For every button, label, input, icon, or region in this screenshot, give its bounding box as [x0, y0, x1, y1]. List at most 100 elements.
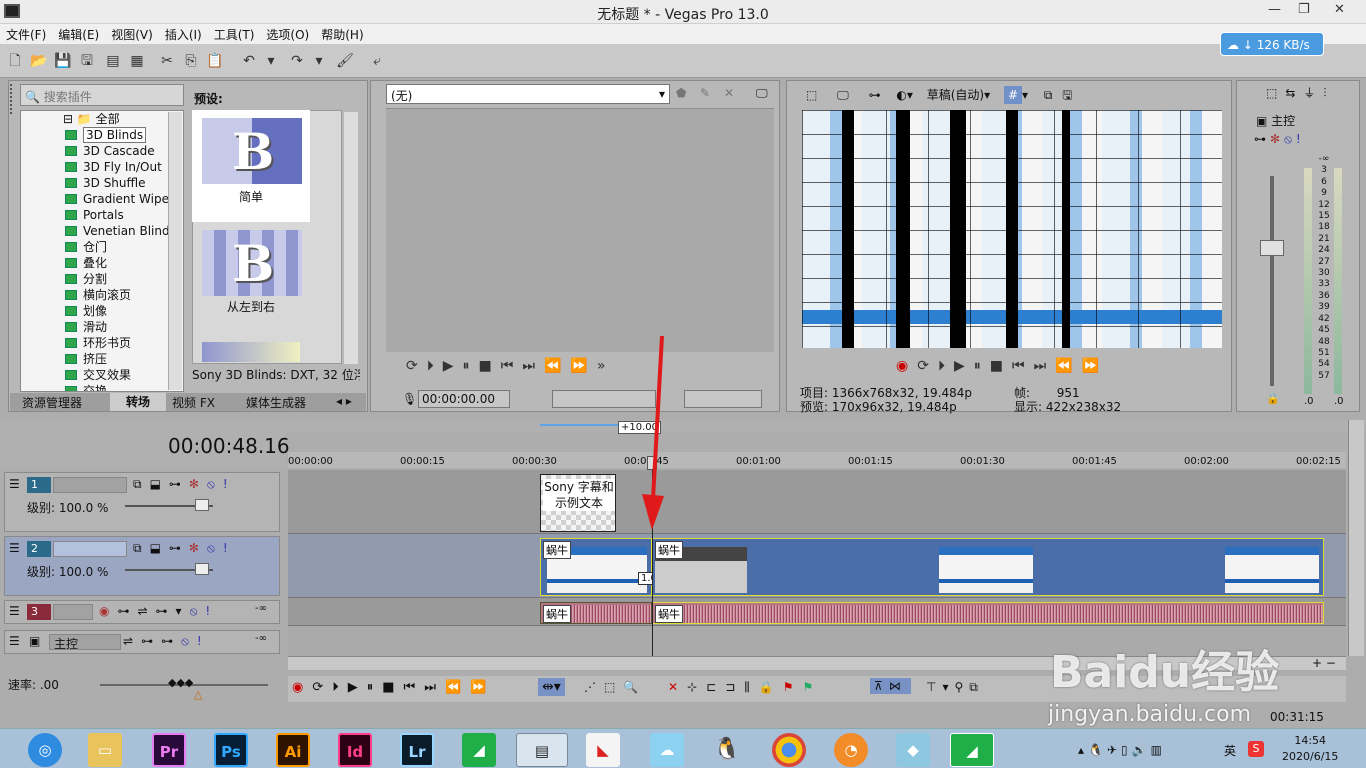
tree-item[interactable]: 横向滚页	[21, 287, 183, 303]
menu-insert[interactable]: 插入(I)	[159, 24, 208, 43]
grid-dropdown-icon[interactable]: ▾	[1022, 88, 1028, 102]
undo-icon[interactable]: ↶	[240, 52, 258, 70]
maximize-icon[interactable]: ❐	[1298, 2, 1310, 17]
stop-icon[interactable]: ■	[479, 358, 501, 374]
more-icon[interactable]: »	[597, 358, 615, 374]
sogou-icon[interactable]: S	[1248, 741, 1264, 757]
save-as-icon[interactable]: 🖫	[78, 52, 96, 70]
tree-item[interactable]: Venetian Blinds	[21, 223, 183, 239]
premiere-icon[interactable]: Pr	[152, 733, 186, 767]
fx-chain-icon[interactable]: ⊶	[161, 634, 181, 648]
master-icon[interactable]: ▣	[1256, 114, 1267, 128]
record-icon[interactable]: ◉	[292, 680, 312, 695]
cut-icon[interactable]: ✂	[158, 52, 176, 70]
illustrator-icon[interactable]: Ai	[276, 733, 310, 767]
master-fader[interactable]	[1260, 240, 1284, 256]
tree-item[interactable]: 3D Blinds	[21, 127, 183, 143]
ignore-grouping-icon[interactable]: ⧉	[969, 680, 984, 694]
tree-item[interactable]: 交换	[21, 383, 183, 391]
compositing-icon[interactable]: ⧉	[133, 477, 150, 491]
tab-explorer[interactable]: 资源管理器	[22, 394, 82, 411]
menu-tools[interactable]: 工具(T)	[208, 24, 261, 43]
photoshop-icon[interactable]: Ps	[214, 733, 248, 767]
red-app-icon[interactable]: ◣	[586, 733, 620, 767]
stop-icon[interactable]: ■	[382, 680, 403, 695]
plugin-search-input[interactable]: 🔍 搜索插件	[20, 84, 184, 106]
tray-icons[interactable]: ▴🐧✈▯🔊▥	[1078, 743, 1166, 757]
copy-snapshot-icon[interactable]: ⧉	[1044, 88, 1053, 102]
level-slider-thumb[interactable]	[195, 499, 209, 511]
tree-item[interactable]: 交叉效果	[21, 367, 183, 383]
tree-scrollbar[interactable]	[168, 112, 182, 390]
video-clip-a[interactable]: 蜗牛	[540, 538, 652, 596]
envelope-tool-icon[interactable]: ⋰	[584, 680, 604, 694]
loop-icon[interactable]: ⟳	[917, 358, 938, 374]
file-explorer-icon[interactable]: ▭	[88, 733, 122, 767]
mixer-properties-icon[interactable]: ⬚	[1266, 86, 1285, 100]
level-slider-thumb[interactable]	[195, 563, 209, 575]
selection-tool-icon[interactable]: ⬚	[604, 680, 623, 694]
solo-icon[interactable]: !	[1296, 132, 1305, 146]
tree-item[interactable]: 仓门	[21, 239, 183, 255]
invert-phase-icon[interactable]: ⊶	[117, 604, 137, 618]
trim-start-icon[interactable]: ⊏	[706, 680, 725, 694]
rewind-icon[interactable]: ⏪	[445, 680, 470, 695]
undo-dropdown-icon[interactable]: ▾	[262, 52, 280, 70]
close-icon[interactable]: ✕	[1334, 2, 1345, 17]
region-icon[interactable]: ⚑	[803, 680, 823, 694]
delete-icon[interactable]: ✕	[668, 680, 687, 694]
fx-icon[interactable]: ⇌	[123, 634, 141, 648]
fx-icon[interactable]: ⊶	[1254, 132, 1270, 146]
loop-region-bar[interactable]	[540, 424, 618, 426]
mute-icon[interactable]: ⦸	[181, 634, 197, 648]
tree-item[interactable]: 3D Fly In/Out	[21, 159, 183, 175]
fx-icon[interactable]: ⇌	[137, 604, 155, 618]
tree-item[interactable]: Portals	[21, 207, 183, 223]
orange-app-icon[interactable]: ◔	[834, 733, 868, 767]
track-name-field[interactable]	[53, 604, 93, 620]
render-icon[interactable]: ▤	[104, 52, 122, 70]
audio-clip-a[interactable]: 蜗牛	[540, 602, 652, 624]
track-header-3[interactable]: ☰ 3 ◉⊶⇌⊶▾⦸! -∞	[4, 600, 280, 624]
trim-icon[interactable]: ⊹	[687, 680, 706, 694]
text-clip[interactable]: Sony 字幕和示例文本	[540, 474, 616, 532]
timeline-vscrollbar[interactable]	[1348, 420, 1364, 656]
rewind-icon[interactable]: ⏪	[544, 358, 570, 374]
trimmer-clear-icon[interactable]: ✕	[724, 86, 734, 100]
save-icon[interactable]: 💾	[54, 52, 72, 70]
clock[interactable]: 14:54 2020/6/15	[1282, 733, 1338, 765]
timeline-timecode[interactable]: 00:00:48.16	[168, 434, 290, 458]
tab-video-fx[interactable]: 视频 FX	[172, 394, 215, 411]
solo-icon[interactable]: !	[223, 477, 236, 491]
tree-item[interactable]: 划像	[21, 303, 183, 319]
blue-app-icon[interactable]: ◆	[896, 733, 930, 767]
preset-scrollbar[interactable]	[344, 112, 358, 364]
video-clip-b[interactable]: 蜗牛	[652, 538, 1324, 596]
external-monitor-icon[interactable]: 🖵	[837, 88, 849, 102]
timeline-ruler[interactable]: 00:00:00 00:00:15 00:00:30 00:00:45 00:0…	[288, 452, 1346, 468]
prev-frame-icon[interactable]: ⏮	[501, 358, 523, 374]
timeline-divider[interactable]	[0, 420, 1366, 432]
rewind-icon[interactable]: ⏪	[1055, 358, 1081, 374]
rate-slider-thumb[interactable]: ◆◆◆	[168, 676, 193, 689]
compositing-icon[interactable]: ⧉	[133, 541, 150, 555]
copy-icon[interactable]: ⎘	[182, 52, 200, 70]
track-collapse-icon[interactable]: ☰	[9, 634, 20, 648]
lightroom-icon[interactable]: Lr	[400, 733, 434, 767]
prev-icon[interactable]: ⏮	[404, 680, 425, 695]
motion-icon[interactable]: ✻	[189, 477, 207, 491]
tab-transitions[interactable]: 转场	[110, 393, 166, 411]
stop-icon[interactable]: ■	[990, 358, 1012, 374]
fx-icon[interactable]: ⊶	[169, 477, 189, 491]
tree-item[interactable]: 3D Shuffle	[21, 175, 183, 191]
play-start-icon[interactable]: ⏵	[938, 358, 954, 374]
trimmer-monitor-icon[interactable]: 🖵	[756, 86, 768, 101]
forward-icon[interactable]: ⏩	[1082, 358, 1108, 374]
loop-icon[interactable]: ⟳	[312, 680, 332, 695]
trimmer-dropdown[interactable]: (无) ▾	[386, 84, 670, 104]
vegas-icon[interactable]: ▤	[516, 733, 568, 767]
marker-icon[interactable]: ⚑	[783, 680, 803, 694]
pause-icon[interactable]: ⏸	[367, 680, 383, 695]
tabs-scroll-icon[interactable]: ◂ ▸	[336, 394, 352, 408]
lock-icon[interactable]: 🔒	[759, 680, 783, 694]
